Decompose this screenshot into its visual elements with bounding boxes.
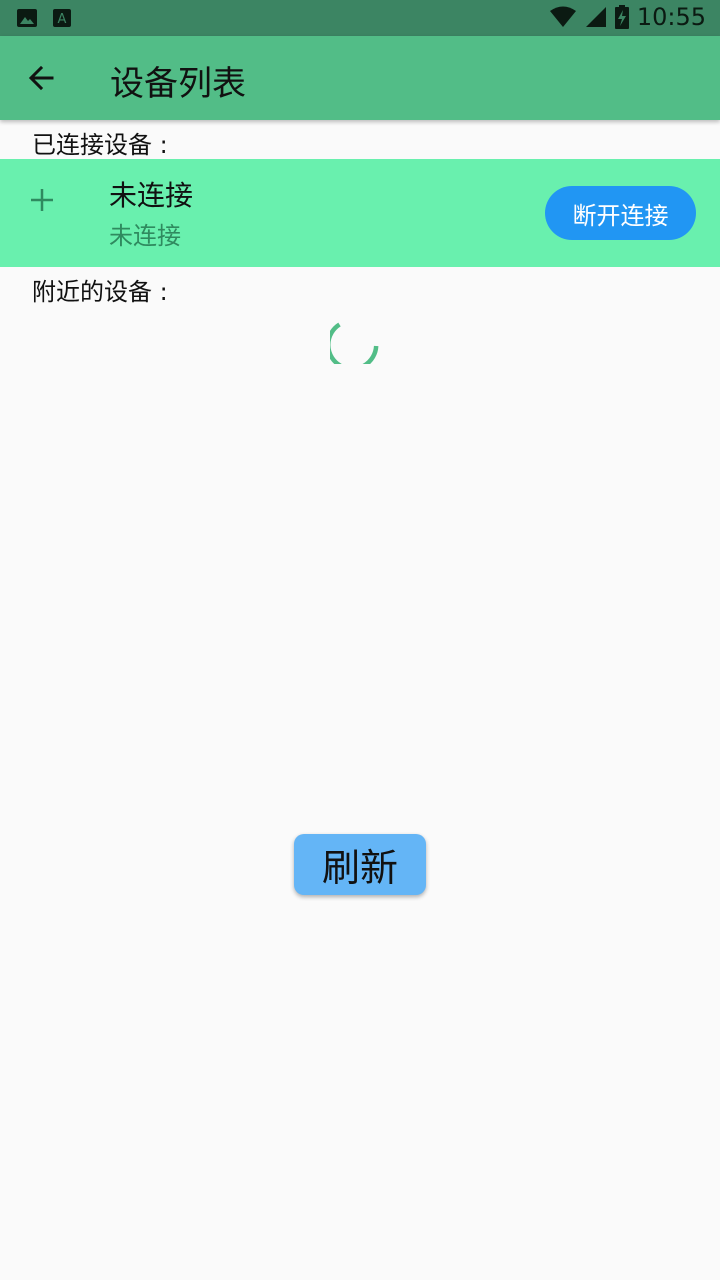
a-badge-icon: A: [53, 9, 71, 27]
arrow-left-icon: [28, 65, 54, 91]
status-right: 10:55: [549, 3, 706, 31]
page-title: 设备列表: [110, 64, 246, 104]
wifi-icon: [549, 6, 576, 27]
disconnect-button[interactable]: 断开连接: [545, 186, 696, 240]
plus-icon: [31, 189, 53, 211]
nearby-section-label: 附近的设备 :: [32, 278, 168, 306]
refresh-button[interactable]: 刷新: [294, 834, 426, 895]
app-bar: 设备列表: [0, 36, 720, 120]
image-icon: [17, 9, 37, 27]
status-time: 10:55: [636, 3, 706, 31]
status-bar: A 10:55: [0, 0, 720, 36]
svg-text:A: A: [58, 12, 67, 27]
battery-charging-icon: [614, 5, 629, 29]
signal-icon: [585, 7, 606, 27]
device-name: 未连接: [109, 179, 194, 212]
connected-section-label: 已连接设备 :: [32, 131, 168, 159]
status-left-icons: A: [16, 8, 72, 28]
back-button[interactable]: [22, 58, 62, 98]
loading-spinner-icon: [330, 322, 379, 364]
device-subtitle: 未连接: [109, 222, 181, 250]
